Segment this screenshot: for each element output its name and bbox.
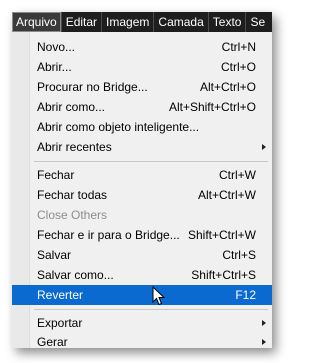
menu-item-label: Abrir como... <box>37 100 106 114</box>
menu-item-label: Fechar todas <box>37 188 108 202</box>
menu-separator <box>34 161 268 162</box>
menu-item-label: Abrir como objeto inteligente... <box>37 120 200 134</box>
menu-item-shortcut: Alt+Ctrl+W <box>197 188 256 202</box>
menubar-item-editar[interactable]: Editar <box>62 12 103 32</box>
menu-separator <box>34 309 268 310</box>
menu-item-gerar[interactable]: Gerar <box>12 332 272 352</box>
menu-item-fechar-todas[interactable]: Fechar todas Alt+Ctrl+W <box>12 185 272 205</box>
menu-item-shortcut: Alt+Ctrl+O <box>199 80 256 94</box>
menu-bar: Arquivo Editar Imagem Camada Texto Se <box>12 12 272 32</box>
menu-item-procurar-no-bridge[interactable]: Procurar no Bridge... Alt+Ctrl+O <box>12 77 272 97</box>
menu-item-label: Exportar <box>37 316 83 330</box>
menu-item-label: Reverter <box>37 288 84 302</box>
menu-item-salvar-como[interactable]: Salvar como... Shift+Ctrl+S <box>12 265 272 285</box>
menu-item-shortcut: Ctrl+N <box>221 40 256 54</box>
menubar-item-imagem[interactable]: Imagem <box>102 12 155 32</box>
menubar-item-camada[interactable]: Camada <box>154 12 209 32</box>
menu-item-label: Abrir recentes <box>37 140 112 154</box>
menu-item-abrir-recentes[interactable]: Abrir recentes <box>12 137 272 157</box>
menu-item-label: Abrir... <box>37 60 72 74</box>
menu-item-label: Close Others <box>37 208 108 222</box>
menu-item-label: Gerar <box>37 335 68 349</box>
menu-item-label: Novo... <box>37 40 76 54</box>
menu-item-abrir-como-objeto-inteligente[interactable]: Abrir como objeto inteligente... <box>12 117 272 137</box>
menu-item-label: Fechar <box>37 168 75 182</box>
menubar-item-arquivo[interactable]: Arquivo <box>12 12 62 32</box>
menu-item-salvar[interactable]: Salvar Ctrl+S <box>12 245 272 265</box>
menubar-item-texto[interactable]: Texto <box>209 12 247 32</box>
chevron-right-icon <box>262 320 266 326</box>
menu-item-shortcut: Shift+Ctrl+W <box>187 228 256 242</box>
menu-item-close-others: Close Others <box>12 205 272 225</box>
menubar-item-se[interactable]: Se <box>246 12 269 32</box>
menu-item-fechar[interactable]: Fechar Ctrl+W <box>12 165 272 185</box>
menu-item-abrir[interactable]: Abrir... Ctrl+O <box>12 57 272 77</box>
menu-item-shortcut: Ctrl+W <box>219 168 256 182</box>
menu-item-label: Salvar <box>37 248 72 262</box>
mouse-pointer-icon <box>152 286 166 306</box>
menu-item-shortcut: Ctrl+O <box>220 60 256 74</box>
menu-item-fechar-e-ir-para-o-bridge[interactable]: Fechar e ir para o Bridge... Shift+Ctrl+… <box>12 225 272 245</box>
menu-item-shortcut: Alt+Shift+Ctrl+O <box>168 100 256 114</box>
menu-item-label: Salvar como... <box>37 268 114 282</box>
menu-item-shortcut: F12 <box>235 288 256 302</box>
menu-item-abrir-como[interactable]: Abrir como... Alt+Shift+Ctrl+O <box>12 97 272 117</box>
chevron-right-icon <box>262 144 266 150</box>
chevron-right-icon <box>262 339 266 345</box>
menu-item-label: Fechar e ir para o Bridge... <box>37 228 180 242</box>
menu-item-shortcut: Shift+Ctrl+S <box>191 268 256 282</box>
application-frame: Arquivo Editar Imagem Camada Texto Se No… <box>12 12 272 349</box>
file-dropdown-menu: Novo... Ctrl+N Abrir... Ctrl+O Procurar … <box>12 32 272 349</box>
menu-item-novo[interactable]: Novo... Ctrl+N <box>12 37 272 57</box>
menu-item-reverter[interactable]: Reverter F12 <box>12 285 272 305</box>
menu-item-exportar[interactable]: Exportar <box>12 313 272 333</box>
menu-item-shortcut: Ctrl+S <box>222 248 256 262</box>
menu-item-label: Procurar no Bridge... <box>37 80 148 94</box>
